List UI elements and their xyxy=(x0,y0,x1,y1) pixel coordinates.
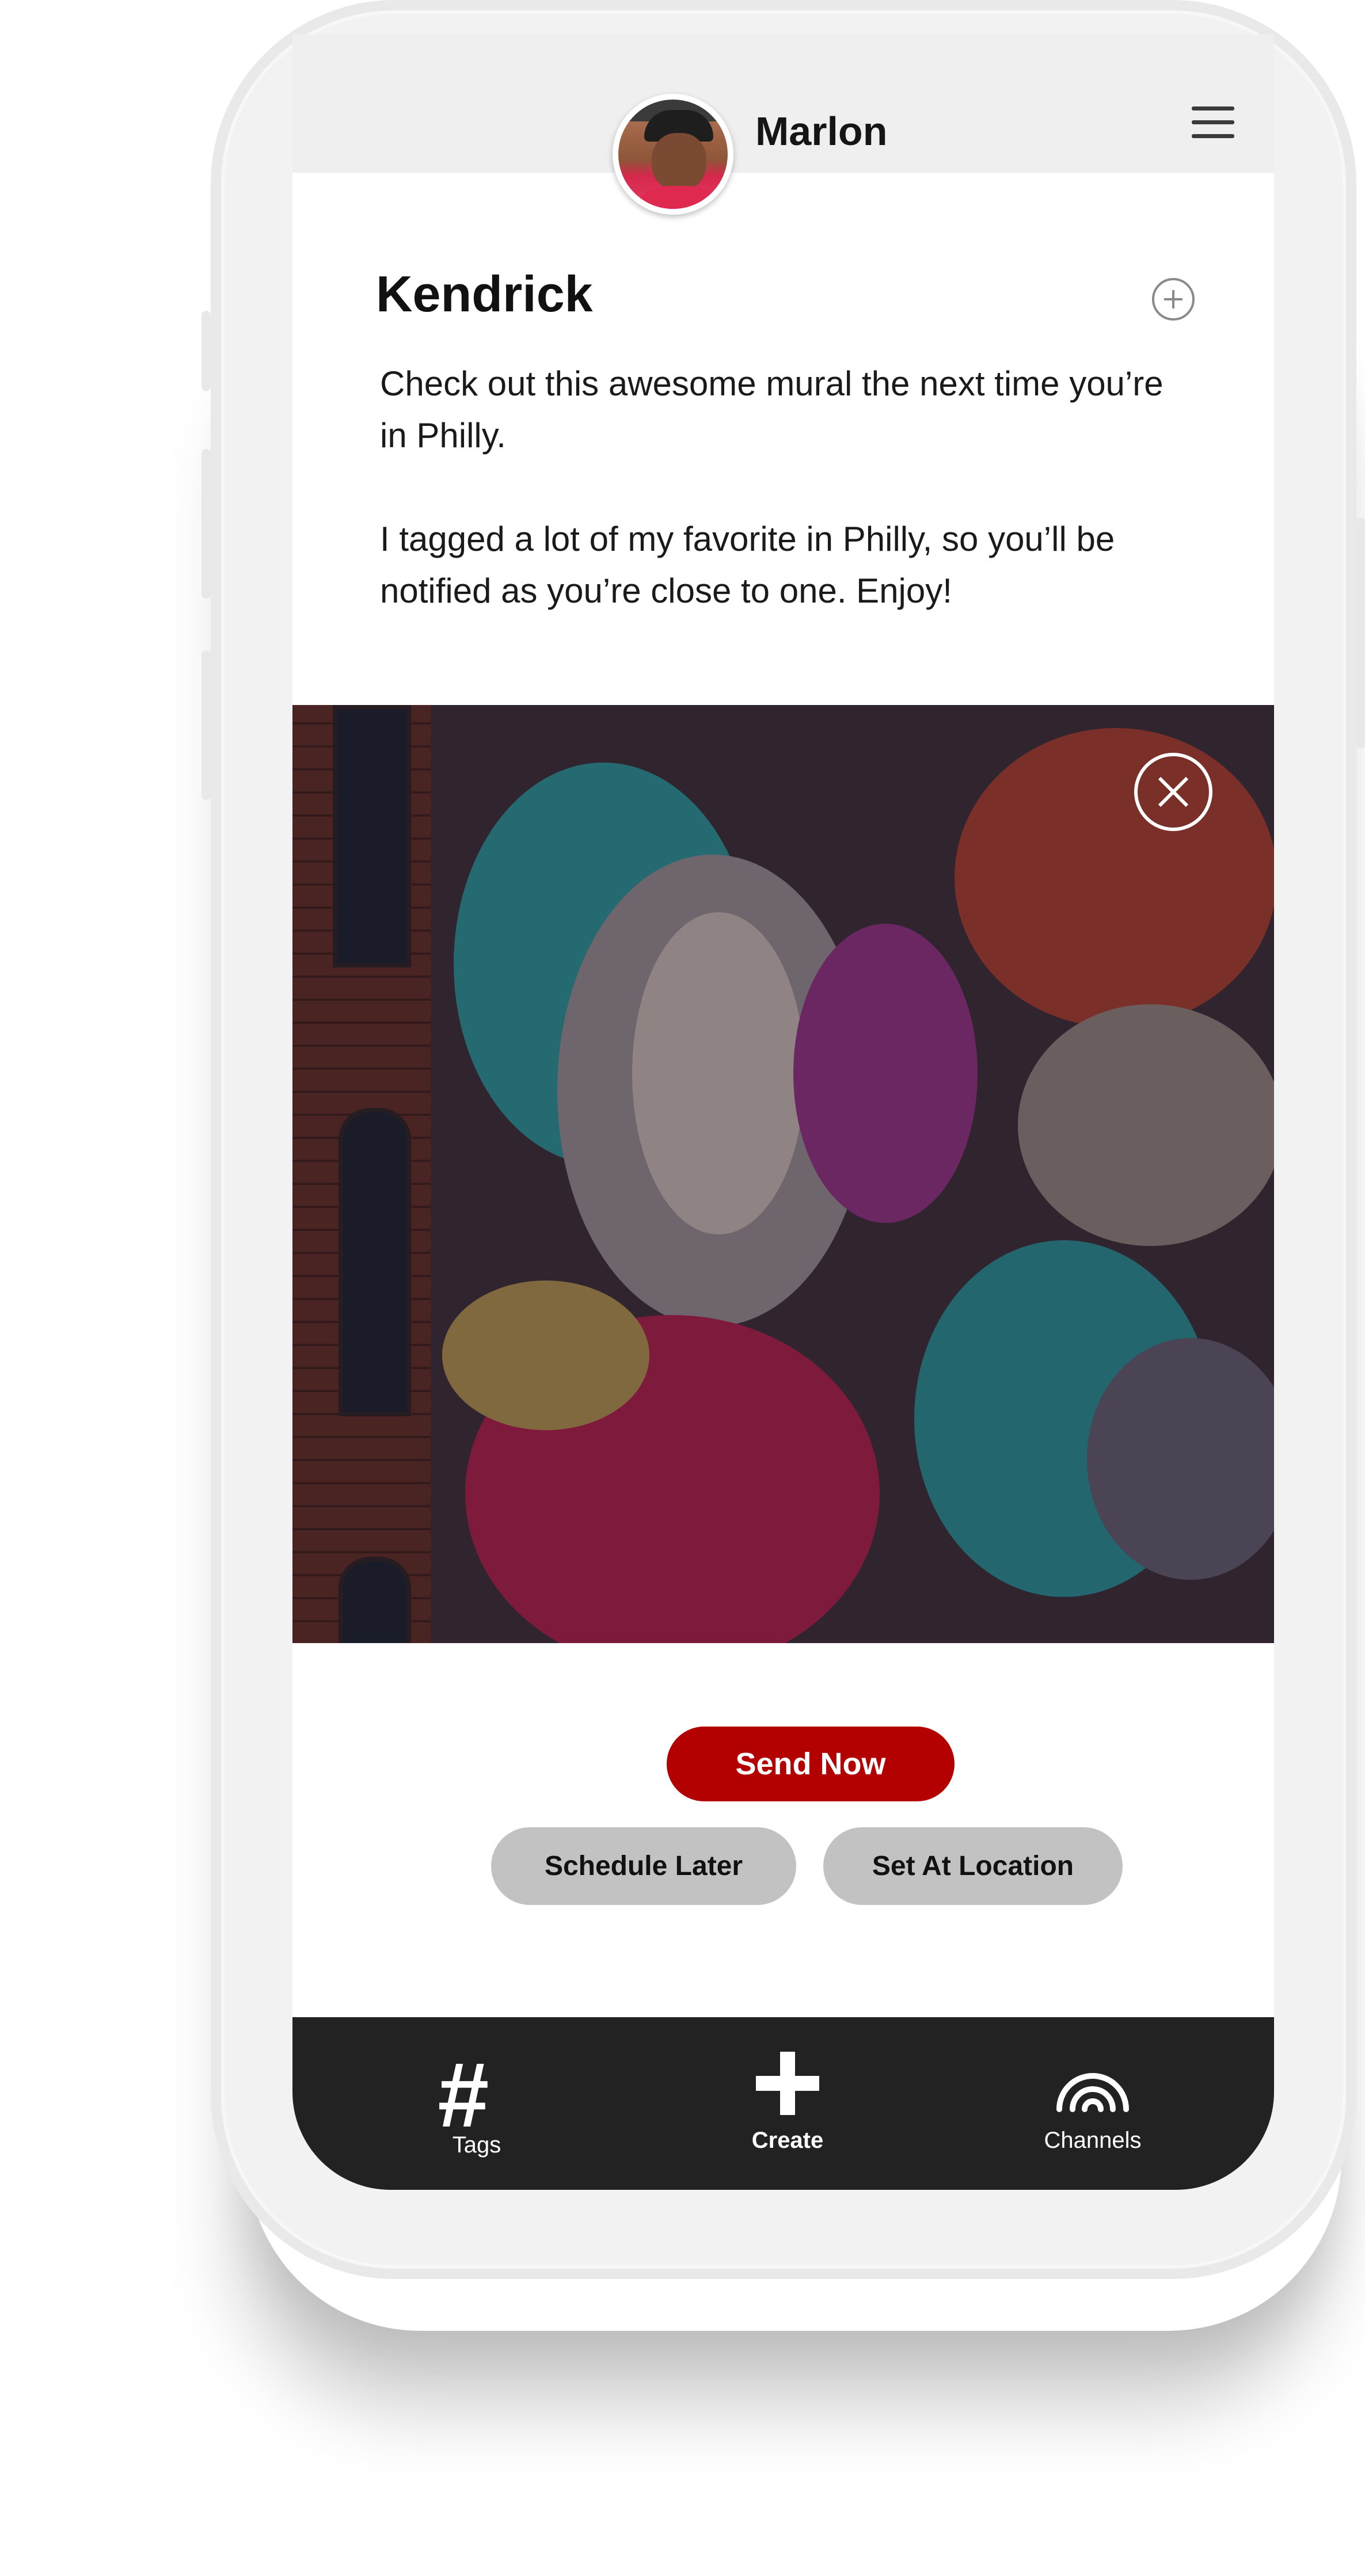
menu-icon[interactable] xyxy=(1192,106,1234,139)
post-paragraph: Check out this awesome mural the next ti… xyxy=(380,364,1164,455)
set-at-location-button[interactable]: Set At Location xyxy=(823,1827,1123,1905)
nav-label-tags: Tags xyxy=(452,2132,501,2158)
nav-item-channels[interactable]: Channels xyxy=(1012,2017,1173,2190)
avatar-face xyxy=(652,133,706,190)
close-circle-icon[interactable] xyxy=(1134,753,1212,831)
phone-side-button xyxy=(1356,518,1365,748)
phone-side-button xyxy=(201,311,211,391)
plus-icon xyxy=(756,2052,819,2115)
nav-label-channels: Channels xyxy=(1044,2128,1142,2153)
add-circle-icon[interactable] xyxy=(1152,278,1195,321)
phone-side-button xyxy=(201,650,211,800)
user-name: Marlon xyxy=(755,109,888,154)
post-paragraph: I tagged a lot of my favorite in Philly,… xyxy=(380,520,1115,610)
broadcast-icon xyxy=(1056,2073,1129,2112)
nav-item-tags[interactable]: # Tags xyxy=(396,2017,557,2190)
schedule-later-button[interactable]: Schedule Later xyxy=(491,1827,796,1905)
app-screen: Kendrick Check out this awesome mural th… xyxy=(292,173,1274,2190)
nav-item-create[interactable]: Create xyxy=(707,2017,868,2190)
post-message: Check out this awesome mural the next ti… xyxy=(380,358,1197,669)
photo-overlay xyxy=(292,705,1274,1643)
send-now-button[interactable]: Send Now xyxy=(667,1727,955,1801)
nav-label-create: Create xyxy=(751,2128,824,2153)
hashtag-icon: # xyxy=(436,2043,488,2146)
mural-photo xyxy=(292,705,1274,1643)
bottom-navigation: # Tags Create Channels xyxy=(292,2017,1274,2190)
avatar[interactable] xyxy=(613,94,733,215)
phone-side-button xyxy=(201,449,211,599)
post-title: Kendrick xyxy=(376,265,593,322)
